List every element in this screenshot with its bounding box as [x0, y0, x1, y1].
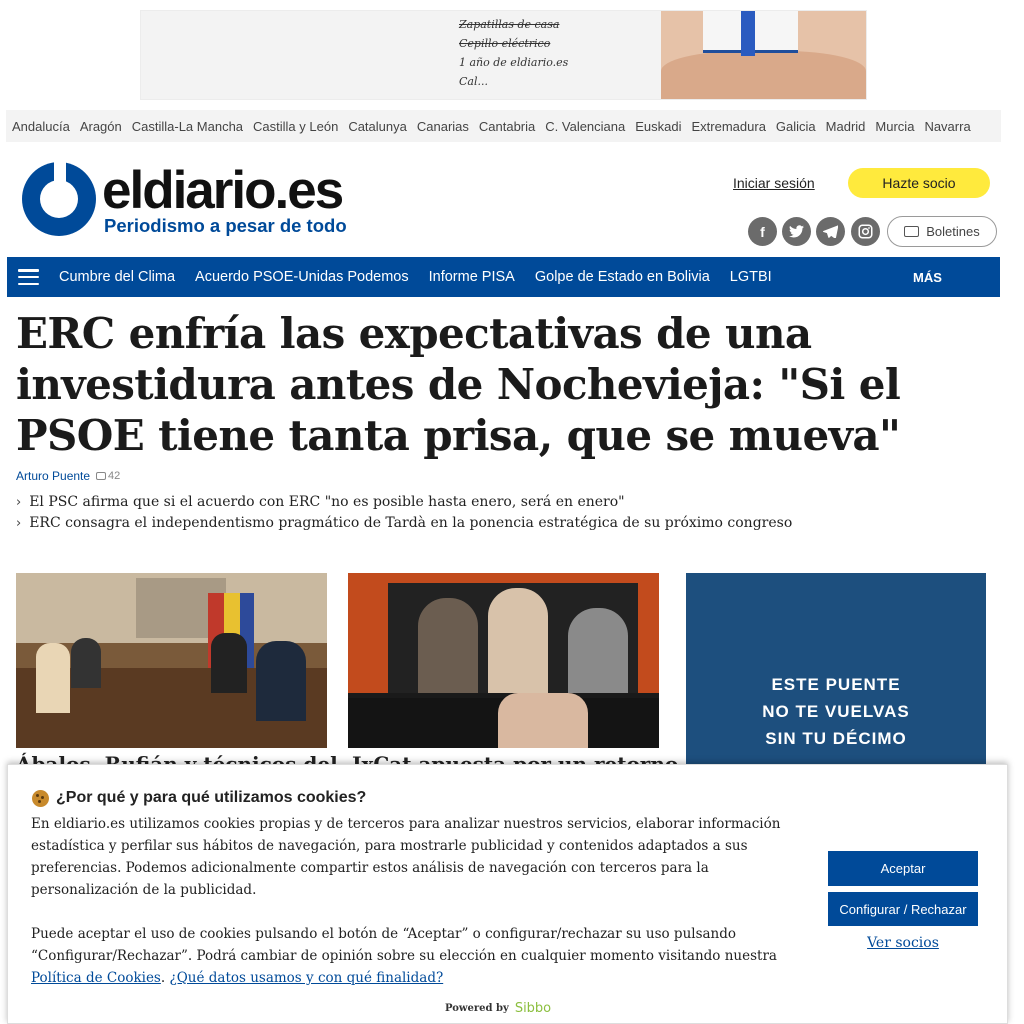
- side-ad-message: ESTE PUENTE NO TE VUELVAS SIN TU DÉCIMO: [686, 671, 986, 752]
- comment-count-value: 42: [108, 470, 121, 482]
- ad-gift-image: [661, 11, 866, 99]
- data-usage-link[interactable]: ¿Qué datos usamos y con qué finalidad?: [169, 970, 443, 986]
- chevron-right-icon: ›: [16, 515, 22, 531]
- login-link[interactable]: Iniciar sesión: [733, 175, 815, 191]
- news-photo-rally[interactable]: [348, 573, 659, 748]
- side-ad-line: ESTE PUENTE: [771, 675, 901, 694]
- cookie-title: ¿Por qué y para qué utilizamos cookies?: [32, 789, 366, 807]
- envelope-icon: [904, 226, 920, 237]
- region-link[interactable]: Andalucía: [12, 119, 70, 134]
- newsletters-button[interactable]: Boletines: [887, 216, 997, 247]
- main-nav: Cumbre del Clima Acuerdo PSOE-Unidas Pod…: [7, 257, 1000, 297]
- comment-count[interactable]: 42: [96, 470, 120, 482]
- region-link[interactable]: Madrid: [826, 119, 866, 134]
- related-link-text: ERC consagra el independentismo pragmáti…: [29, 515, 793, 531]
- cookie-instructions-text: Puede aceptar el uso de cookies pulsando…: [31, 926, 777, 964]
- related-link[interactable]: › El PSC afirma que si el acuerdo con ER…: [16, 494, 916, 510]
- nav-item[interactable]: Cumbre del Clima: [59, 269, 175, 285]
- chevron-right-icon: ›: [16, 494, 22, 510]
- region-link[interactable]: Euskadi: [635, 119, 681, 134]
- cookie-instructions: Puede aceptar el uso de cookies pulsando…: [31, 923, 806, 989]
- region-link[interactable]: Galicia: [776, 119, 816, 134]
- logo-mark-icon: [22, 160, 96, 236]
- nav-item[interactable]: Acuerdo PSOE-Unidas Podemos: [195, 269, 409, 285]
- cookie-title-text: ¿Por qué y para qué utilizamos cookies?: [56, 789, 367, 806]
- accept-cookies-button[interactable]: Aceptar: [828, 851, 978, 886]
- powered-by-label: Powered by: [445, 1003, 509, 1014]
- ad-note: Zapatillas de casa: [459, 18, 560, 31]
- ad-note: 1 año de eldiario.es: [459, 56, 569, 69]
- comment-bubble-icon: [96, 472, 107, 480]
- configure-reject-button[interactable]: Configurar / Rechazar: [828, 892, 978, 926]
- top-banner-ad[interactable]: Zapatillas de casa Cepillo eléctrico 1 a…: [140, 10, 867, 100]
- twitter-icon[interactable]: [782, 217, 811, 246]
- region-link[interactable]: Murcia: [875, 119, 914, 134]
- related-link-text: El PSC afirma que si el acuerdo con ERC …: [29, 494, 625, 510]
- powered-by: Powered by Sibbo: [445, 1001, 551, 1016]
- region-link[interactable]: Aragón: [80, 119, 122, 134]
- nav-item[interactable]: Golpe de Estado en Bolivia: [535, 269, 710, 285]
- article-headline[interactable]: ERC enfría las expectativas de una inves…: [16, 308, 916, 461]
- hamburger-menu-icon[interactable]: [18, 269, 39, 285]
- view-partners-link[interactable]: Ver socios: [828, 935, 978, 951]
- become-member-button[interactable]: Hazte socio: [848, 168, 990, 198]
- logo-text: eldiario.es: [102, 161, 344, 220]
- nav-item[interactable]: LGTBI: [730, 269, 772, 285]
- cookie-policy-link[interactable]: Política de Cookies: [31, 970, 161, 986]
- nav-item[interactable]: Informe PISA: [429, 269, 515, 285]
- region-link[interactable]: Navarra: [924, 119, 970, 134]
- region-link[interactable]: Canarias: [417, 119, 469, 134]
- side-ad-line: NO TE VUELVAS: [762, 702, 910, 721]
- regions-bar: Andalucía Aragón Castilla-La Mancha Cast…: [6, 110, 1001, 142]
- article-byline: Arturo Puente 42: [16, 469, 120, 483]
- region-link[interactable]: Catalunya: [348, 119, 407, 134]
- sibbo-logo[interactable]: Sibbo: [515, 1001, 551, 1016]
- side-ad[interactable]: ESTE PUENTE NO TE VUELVAS SIN TU DÉCIMO: [686, 573, 986, 773]
- news-photo-meeting[interactable]: [16, 573, 327, 748]
- ad-note: Cal...: [459, 75, 488, 88]
- region-link[interactable]: Castilla y León: [253, 119, 338, 134]
- tagline: Periodismo a pesar de todo: [104, 215, 347, 236]
- author-link[interactable]: Arturo Puente: [16, 469, 90, 483]
- instagram-icon[interactable]: [851, 217, 880, 246]
- cookie-icon: [32, 789, 49, 807]
- region-link[interactable]: Castilla-La Mancha: [132, 119, 243, 134]
- cookie-description: En eldiario.es utilizamos cookies propia…: [31, 816, 781, 898]
- telegram-icon[interactable]: [816, 217, 845, 246]
- side-ad-line: SIN TU DÉCIMO: [765, 729, 907, 748]
- cookie-consent-banner: ¿Por qué y para qué utilizamos cookies? …: [7, 764, 1008, 1024]
- ad-note: Cepillo eléctrico: [459, 37, 551, 50]
- ad-handwritten-list: Zapatillas de casa Cepillo eléctrico 1 a…: [459, 15, 568, 91]
- region-link[interactable]: Extremadura: [692, 119, 766, 134]
- region-link[interactable]: Cantabria: [479, 119, 535, 134]
- related-link[interactable]: › ERC consagra el independentismo pragmá…: [16, 515, 916, 531]
- newsletters-label: Boletines: [926, 224, 980, 239]
- nav-more-link[interactable]: MÁS: [913, 270, 942, 285]
- facebook-icon[interactable]: f: [748, 217, 777, 246]
- region-link[interactable]: C. Valenciana: [545, 119, 625, 134]
